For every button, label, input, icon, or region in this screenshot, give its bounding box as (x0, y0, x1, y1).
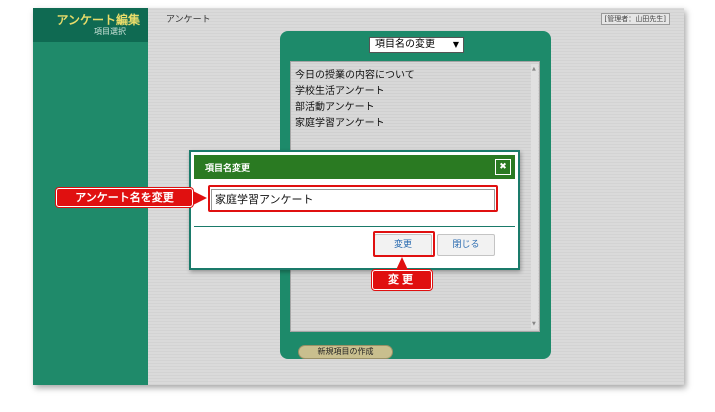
close-button[interactable]: 閉じる (437, 234, 495, 256)
callout-arrow-right (193, 191, 207, 205)
new-item-button[interactable]: 新規項目の作成 (298, 345, 393, 359)
scroll-up-icon[interactable]: ▲ (532, 66, 536, 72)
input-highlight (208, 185, 498, 212)
dialog-title: 項目名変更 (205, 164, 251, 174)
callout-arrow-up (396, 257, 408, 270)
list-item[interactable]: 学校生活アンケート (295, 84, 539, 100)
action-select-value: 項目名の変更 (375, 39, 435, 50)
app-subtitle: 項目選択 (94, 27, 126, 36)
dialog-divider (194, 226, 515, 227)
list-item[interactable]: 部活動アンケート (295, 100, 539, 116)
list-scrollbar[interactable]: ▲ ▼ (531, 64, 538, 329)
scroll-down-icon[interactable]: ▼ (532, 321, 536, 327)
breadcrumb[interactable]: アンケート (166, 12, 211, 25)
sidebar-header: アンケート編集 項目選択 (33, 8, 148, 42)
close-icon[interactable]: ✖ (495, 159, 511, 175)
list-item[interactable]: 今日の授業の内容について (295, 68, 539, 84)
action-select[interactable]: 項目名の変更 ▼ (369, 37, 464, 53)
button-highlight (373, 231, 435, 257)
button-callout: 変更 (372, 270, 432, 290)
admin-badge: [管理者：山田先生] (600, 13, 670, 25)
dialog-header: 項目名変更 ✖ (194, 155, 515, 179)
list-item[interactable]: 家庭学習アンケート (295, 116, 539, 132)
input-callout: アンケート名を変更 (56, 188, 193, 207)
chevron-down-icon: ▼ (452, 40, 459, 49)
